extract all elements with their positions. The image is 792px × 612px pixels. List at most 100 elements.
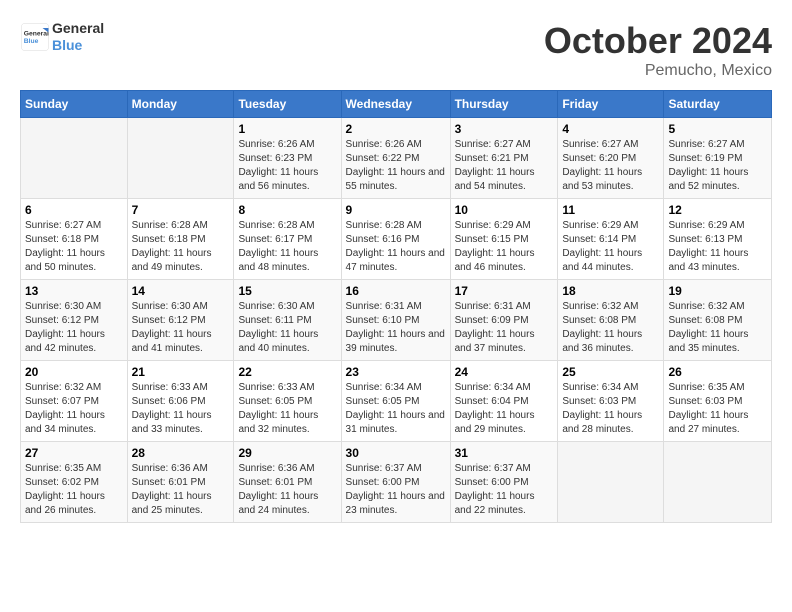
day-number: 30	[346, 446, 446, 460]
day-number: 23	[346, 365, 446, 379]
sunrise-text: Sunrise: 6:32 AM	[562, 301, 638, 312]
calendar-cell: 27 Sunrise: 6:35 AM Sunset: 6:02 PM Dayl…	[21, 442, 128, 523]
sunrise-text: Sunrise: 6:36 AM	[132, 463, 208, 474]
daylight-text: Daylight: 11 hours and 56 minutes.	[238, 167, 318, 192]
sunset-text: Sunset: 6:22 PM	[346, 153, 420, 164]
day-number: 28	[132, 446, 230, 460]
calendar-cell	[558, 442, 664, 523]
daylight-text: Daylight: 11 hours and 35 minutes.	[668, 329, 748, 354]
sunset-text: Sunset: 6:06 PM	[132, 396, 206, 407]
day-number: 16	[346, 284, 446, 298]
sunrise-text: Sunrise: 6:33 AM	[132, 382, 208, 393]
calendar-cell: 31 Sunrise: 6:37 AM Sunset: 6:00 PM Dayl…	[450, 442, 558, 523]
sunrise-text: Sunrise: 6:37 AM	[346, 463, 422, 474]
day-number: 18	[562, 284, 659, 298]
logo: General Blue General Blue	[20, 20, 104, 54]
day-number: 20	[25, 365, 123, 379]
daylight-text: Daylight: 11 hours and 55 minutes.	[346, 167, 445, 192]
day-number: 9	[346, 203, 446, 217]
daylight-text: Daylight: 11 hours and 24 minutes.	[238, 491, 318, 516]
calendar-cell: 17 Sunrise: 6:31 AM Sunset: 6:09 PM Dayl…	[450, 280, 558, 361]
sunset-text: Sunset: 6:00 PM	[346, 477, 420, 488]
sunset-text: Sunset: 6:03 PM	[668, 396, 742, 407]
daylight-text: Daylight: 11 hours and 23 minutes.	[346, 491, 445, 516]
calendar-cell: 29 Sunrise: 6:36 AM Sunset: 6:01 PM Dayl…	[234, 442, 341, 523]
sunset-text: Sunset: 6:12 PM	[132, 315, 206, 326]
daylight-text: Daylight: 11 hours and 39 minutes.	[346, 329, 445, 354]
calendar-cell	[127, 118, 234, 199]
calendar-cell: 1 Sunrise: 6:26 AM Sunset: 6:23 PM Dayli…	[234, 118, 341, 199]
calendar-cell: 11 Sunrise: 6:29 AM Sunset: 6:14 PM Dayl…	[558, 199, 664, 280]
daylight-text: Daylight: 11 hours and 26 minutes.	[25, 491, 105, 516]
calendar-cell: 25 Sunrise: 6:34 AM Sunset: 6:03 PM Dayl…	[558, 361, 664, 442]
calendar-cell: 16 Sunrise: 6:31 AM Sunset: 6:10 PM Dayl…	[341, 280, 450, 361]
sunrise-text: Sunrise: 6:34 AM	[346, 382, 422, 393]
calendar-cell: 7 Sunrise: 6:28 AM Sunset: 6:18 PM Dayli…	[127, 199, 234, 280]
weekday-header-row: Sunday Monday Tuesday Wednesday Thursday…	[21, 91, 772, 118]
sunrise-text: Sunrise: 6:35 AM	[668, 382, 744, 393]
calendar-week-row: 20 Sunrise: 6:32 AM Sunset: 6:07 PM Dayl…	[21, 361, 772, 442]
calendar-cell: 21 Sunrise: 6:33 AM Sunset: 6:06 PM Dayl…	[127, 361, 234, 442]
calendar-cell: 30 Sunrise: 6:37 AM Sunset: 6:00 PM Dayl…	[341, 442, 450, 523]
daylight-text: Daylight: 11 hours and 50 minutes.	[25, 248, 105, 273]
calendar-week-row: 13 Sunrise: 6:30 AM Sunset: 6:12 PM Dayl…	[21, 280, 772, 361]
header-tuesday: Tuesday	[234, 91, 341, 118]
day-number: 15	[238, 284, 336, 298]
calendar-cell: 20 Sunrise: 6:32 AM Sunset: 6:07 PM Dayl…	[21, 361, 128, 442]
day-number: 21	[132, 365, 230, 379]
location-subtitle: Pemucho, Mexico	[544, 62, 772, 80]
sunset-text: Sunset: 6:02 PM	[25, 477, 99, 488]
sunset-text: Sunset: 6:18 PM	[132, 234, 206, 245]
sunset-text: Sunset: 6:03 PM	[562, 396, 636, 407]
sunrise-text: Sunrise: 6:34 AM	[455, 382, 531, 393]
sunrise-text: Sunrise: 6:28 AM	[132, 220, 208, 231]
sunset-text: Sunset: 6:20 PM	[562, 153, 636, 164]
day-number: 1	[238, 122, 336, 136]
sunrise-text: Sunrise: 6:37 AM	[455, 463, 531, 474]
day-number: 13	[25, 284, 123, 298]
sunrise-text: Sunrise: 6:28 AM	[238, 220, 314, 231]
calendar-cell: 4 Sunrise: 6:27 AM Sunset: 6:20 PM Dayli…	[558, 118, 664, 199]
month-title-block: October 2024 Pemucho, Mexico	[544, 20, 772, 80]
daylight-text: Daylight: 11 hours and 36 minutes.	[562, 329, 642, 354]
header-monday: Monday	[127, 91, 234, 118]
sunrise-text: Sunrise: 6:29 AM	[668, 220, 744, 231]
daylight-text: Daylight: 11 hours and 43 minutes.	[668, 248, 748, 273]
sunrise-text: Sunrise: 6:28 AM	[346, 220, 422, 231]
day-number: 19	[668, 284, 767, 298]
day-number: 29	[238, 446, 336, 460]
sunrise-text: Sunrise: 6:36 AM	[238, 463, 314, 474]
day-number: 3	[455, 122, 554, 136]
day-number: 27	[25, 446, 123, 460]
day-number: 25	[562, 365, 659, 379]
day-number: 31	[455, 446, 554, 460]
calendar-cell: 9 Sunrise: 6:28 AM Sunset: 6:16 PM Dayli…	[341, 199, 450, 280]
sunset-text: Sunset: 6:05 PM	[346, 396, 420, 407]
calendar-cell: 10 Sunrise: 6:29 AM Sunset: 6:15 PM Dayl…	[450, 199, 558, 280]
calendar-cell: 6 Sunrise: 6:27 AM Sunset: 6:18 PM Dayli…	[21, 199, 128, 280]
sunrise-text: Sunrise: 6:27 AM	[668, 139, 744, 150]
sunset-text: Sunset: 6:19 PM	[668, 153, 742, 164]
calendar-cell	[21, 118, 128, 199]
sunset-text: Sunset: 6:18 PM	[25, 234, 99, 245]
daylight-text: Daylight: 11 hours and 27 minutes.	[668, 410, 748, 435]
svg-text:Blue: Blue	[24, 38, 39, 45]
calendar-week-row: 27 Sunrise: 6:35 AM Sunset: 6:02 PM Dayl…	[21, 442, 772, 523]
header-sunday: Sunday	[21, 91, 128, 118]
day-number: 10	[455, 203, 554, 217]
daylight-text: Daylight: 11 hours and 53 minutes.	[562, 167, 642, 192]
svg-text:General: General	[24, 30, 49, 37]
calendar-table: Sunday Monday Tuesday Wednesday Thursday…	[20, 90, 772, 523]
daylight-text: Daylight: 11 hours and 46 minutes.	[455, 248, 535, 273]
sunset-text: Sunset: 6:01 PM	[132, 477, 206, 488]
calendar-cell: 26 Sunrise: 6:35 AM Sunset: 6:03 PM Dayl…	[664, 361, 772, 442]
calendar-cell	[664, 442, 772, 523]
day-number: 26	[668, 365, 767, 379]
day-number: 11	[562, 203, 659, 217]
sunset-text: Sunset: 6:13 PM	[668, 234, 742, 245]
calendar-cell: 28 Sunrise: 6:36 AM Sunset: 6:01 PM Dayl…	[127, 442, 234, 523]
day-number: 24	[455, 365, 554, 379]
day-number: 6	[25, 203, 123, 217]
sunset-text: Sunset: 6:10 PM	[346, 315, 420, 326]
sunrise-text: Sunrise: 6:30 AM	[238, 301, 314, 312]
